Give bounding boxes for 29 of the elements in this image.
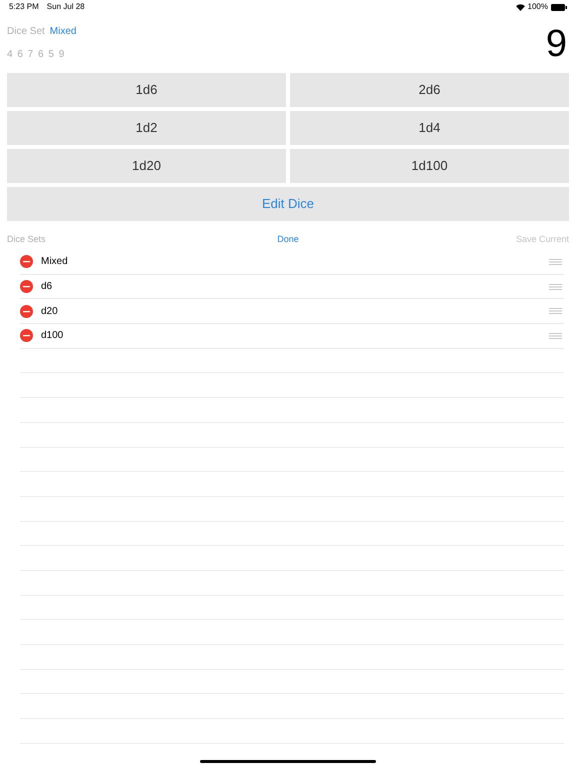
dice-set-name: d100	[41, 329, 64, 344]
dice-set-row[interactable]: d20	[20, 299, 564, 324]
dice-set-name: Mixed	[41, 255, 69, 270]
dice-set-label: Dice Set	[7, 25, 45, 39]
dice-button[interactable]: 2d6	[290, 73, 569, 107]
dice-set-row[interactable]: d100	[20, 324, 564, 349]
delete-icon[interactable]	[20, 280, 33, 294]
wifi-icon	[516, 4, 525, 10]
dice-set-row[interactable]: Mixed	[20, 250, 564, 275]
dice-set-name: d20	[41, 304, 59, 319]
battery-percent: 100%	[528, 1, 548, 13]
dice-set-row[interactable]: d6	[20, 274, 564, 300]
section-title: Dice Sets	[7, 233, 47, 246]
dice-button[interactable]: 1d100	[290, 149, 569, 183]
dice-button[interactable]: 1d20	[7, 149, 286, 183]
roll-total: 9	[546, 25, 567, 63]
battery-icon	[551, 4, 567, 10]
status-time: 5:23 PM	[9, 1, 39, 13]
delete-icon[interactable]	[20, 255, 33, 268]
delete-icon[interactable]	[20, 304, 33, 318]
dice-set-name[interactable]: Mixed	[50, 24, 76, 39]
dice-button[interactable]: 1d2	[7, 111, 286, 145]
delete-icon[interactable]	[20, 329, 33, 342]
status-date: Sun Jul 28	[46, 1, 85, 13]
dice-set-name: d6	[41, 280, 54, 294]
done-button[interactable]: Done	[277, 233, 299, 247]
roll-results: 4 6 7 6 5 9	[7, 48, 66, 62]
dice-button[interactable]: 1d6	[7, 73, 286, 107]
dice-button[interactable]: 1d4	[290, 111, 569, 145]
